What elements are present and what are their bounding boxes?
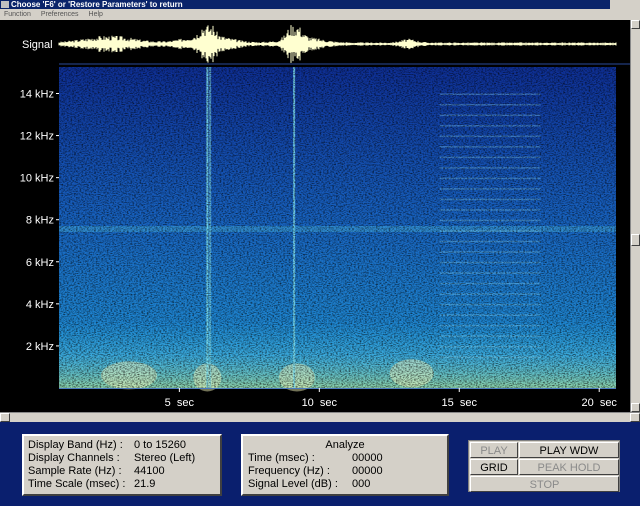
title-bar: Choose 'F6' or 'Restore Parameters' to r… bbox=[0, 0, 640, 9]
app-icon[interactable] bbox=[1, 1, 9, 8]
info-row: Display Band (Hz) : 0 to 15260 bbox=[28, 439, 216, 452]
time-tick-label: 10 sec bbox=[302, 397, 338, 409]
time-tick-label: 20 sec bbox=[581, 397, 617, 409]
info-label: Display Channels : bbox=[28, 452, 120, 464]
analyze-row: Frequency (Hz) : 00000 bbox=[248, 465, 442, 478]
spectrogram-noise bbox=[59, 67, 616, 388]
analyze-label: Frequency (Hz) : bbox=[248, 465, 330, 477]
grid-button[interactable]: GRID bbox=[470, 459, 518, 475]
spectrogram-view[interactable]: Signal 14 kHz 12 kHz 10 kHz 8 kHz 6 kHz 4 kHz… bbox=[0, 20, 630, 412]
frequency-tick-label: 2 kHz bbox=[26, 341, 54, 353]
frequency-axis: 14 kHz 12 kHz 10 kHz 8 kHz 6 kHz 4 kHz 2 kHz bbox=[20, 89, 59, 353]
info-value: 44100 bbox=[134, 465, 165, 477]
playback-controls: PLAY PLAY WDW GRID PEAK HOLD STOP bbox=[468, 440, 620, 492]
menu-bar: Function Preferences Help bbox=[0, 9, 640, 20]
spectrogram-body bbox=[59, 67, 616, 392]
frequency-tick-label: 12 kHz bbox=[20, 131, 54, 143]
info-row: Sample Rate (Hz) : 44100 bbox=[28, 465, 216, 478]
analyze-row: Time (msec) : 00000 bbox=[248, 452, 442, 465]
info-row: Time Scale (msec) : 21.9 bbox=[28, 478, 216, 491]
time-axis: 5 sec 10 sec 15 sec 20 sec bbox=[165, 388, 617, 409]
display-info-panel: Display Band (Hz) : 0 to 15260 Display Ch… bbox=[22, 434, 222, 496]
info-value: Stereo (Left) bbox=[134, 452, 196, 464]
vertical-scrollbar[interactable] bbox=[630, 20, 640, 412]
analyze-panel: Analyze Time (msec) : 00000 Frequency (Hz… bbox=[241, 434, 449, 496]
analyze-value: 00000 bbox=[352, 452, 383, 464]
scroll-left-arrow-icon[interactable] bbox=[0, 413, 10, 422]
frequency-tick-label: 4 kHz bbox=[26, 299, 54, 311]
analyze-value: 000 bbox=[352, 478, 371, 490]
scroll-down-arrow-icon[interactable] bbox=[631, 403, 640, 412]
frequency-tick-label: 14 kHz bbox=[20, 89, 54, 101]
spectrogram-chart[interactable]: Signal 14 kHz 12 kHz 10 kHz 8 kHz 6 kHz 4 kHz… bbox=[0, 20, 630, 412]
analyze-label: Time (msec) : bbox=[248, 452, 315, 464]
info-value: 0 to 15260 bbox=[134, 439, 186, 451]
info-label: Sample Rate (Hz) : bbox=[28, 465, 122, 477]
scroll-right-arrow-icon[interactable] bbox=[630, 413, 640, 422]
stop-button[interactable]: STOP bbox=[470, 476, 619, 492]
menu-preferences[interactable]: Preferences bbox=[37, 9, 83, 20]
time-tick-label: 5 sec bbox=[165, 397, 195, 409]
menu-function[interactable]: Function bbox=[0, 9, 35, 20]
window-title: Choose 'F6' or 'Restore Parameters' to r… bbox=[11, 0, 183, 9]
info-value: 21.9 bbox=[134, 478, 156, 490]
analyze-label: Signal Level (dB) : bbox=[248, 478, 338, 490]
frequency-tick-label: 6 kHz bbox=[26, 257, 54, 269]
analyze-value: 00000 bbox=[352, 465, 383, 477]
frequency-tick-label: 8 kHz bbox=[26, 215, 54, 227]
spectrogram-baseline bbox=[59, 388, 616, 389]
info-label: Display Band (Hz) : bbox=[28, 439, 123, 451]
signal-waveform bbox=[58, 24, 630, 65]
signal-label: Signal bbox=[22, 39, 53, 51]
scroll-up-arrow-icon[interactable] bbox=[631, 20, 640, 29]
horizontal-scrollbar[interactable] bbox=[0, 412, 640, 422]
menu-help[interactable]: Help bbox=[85, 9, 107, 20]
info-label: Time Scale (msec) : bbox=[28, 478, 126, 490]
analyze-row: Signal Level (dB) : 000 bbox=[248, 478, 442, 491]
peak-hold-button[interactable]: PEAK HOLD bbox=[519, 459, 619, 475]
vertical-scroll-thumb[interactable] bbox=[631, 234, 640, 246]
play-button[interactable]: PLAY bbox=[470, 442, 518, 458]
close-button[interactable] bbox=[610, 0, 640, 9]
time-tick-label: 15 sec bbox=[442, 397, 478, 409]
frequency-tick-label: 10 kHz bbox=[20, 173, 54, 185]
analyze-title: Analyze bbox=[325, 439, 365, 451]
info-row: Display Channels : Stereo (Left) bbox=[28, 452, 216, 465]
play-window-button[interactable]: PLAY WDW bbox=[519, 442, 619, 458]
